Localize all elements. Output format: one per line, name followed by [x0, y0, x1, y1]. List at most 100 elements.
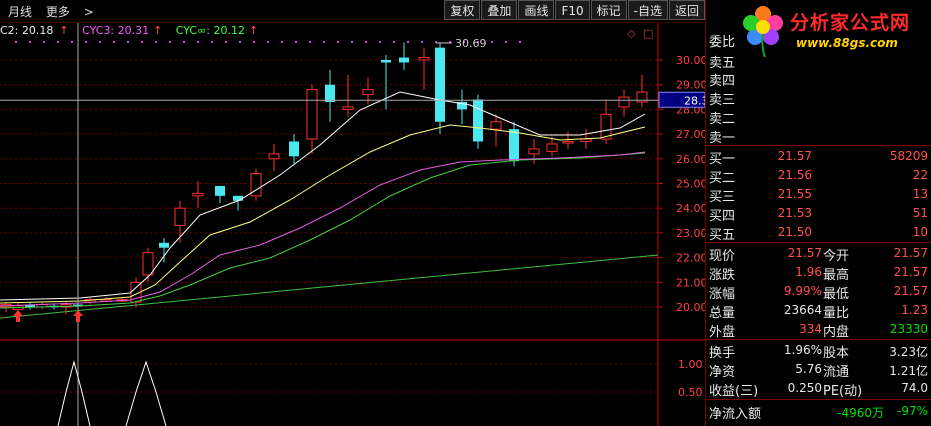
candle-body-down	[399, 57, 409, 63]
diamond-icon: ◇	[627, 27, 636, 40]
marker-dot	[239, 41, 241, 43]
price-tick-label: 25.00	[676, 178, 705, 191]
more-arrow-icon[interactable]: >	[84, 5, 94, 19]
net-inflow-row: 净流入额 -4960万 -97%	[706, 402, 931, 422]
marker-dot	[295, 41, 297, 43]
candle-body-up	[306, 89, 318, 140]
marker-dot	[85, 41, 87, 43]
back-button[interactable]: 返回	[668, 0, 705, 20]
overlay-button[interactable]: 叠加	[481, 0, 518, 20]
indicator-c2-arrow-icon: ↑	[59, 24, 69, 37]
indicator-cyc3-arrow-icon: ↑	[153, 24, 163, 37]
high-price-label: 30.69	[455, 37, 487, 50]
buy-2-row[interactable]: 买二 21.56 22	[706, 166, 931, 186]
buy-5-volume: 10	[912, 225, 928, 239]
marker-dot	[183, 41, 185, 43]
buy-4-volume: 51	[912, 206, 928, 220]
indicator-legend: C2: 20.18 ↑ CYC3: 20.31 ↑ CYC∞: 20.12 ↑	[0, 24, 258, 37]
stat-value: 9.99%	[783, 284, 822, 298]
period-selector[interactable]: 月线 更多 >	[8, 3, 104, 20]
quote-panel: 分析家公式网 www.88gs.com 委比 卖五 卖四 卖三 卖二 卖一 买一…	[705, 0, 931, 426]
buy-5-row[interactable]: 买五 21.50 10	[706, 223, 931, 243]
stat-label: 股本	[823, 346, 850, 361]
draw-line-button[interactable]: 画线	[518, 0, 555, 20]
marker-dot	[29, 41, 31, 43]
period-monthly[interactable]: 月线	[8, 5, 32, 19]
sell-5-row: 卖五	[706, 51, 931, 71]
buy-2-volume: 22	[912, 168, 928, 182]
candle-body-down	[473, 99, 483, 142]
price-tick-label: 27.00	[676, 128, 705, 141]
stat-label: 现价	[709, 249, 736, 264]
marker-dot	[15, 41, 17, 43]
stat-label: 涨幅	[709, 287, 736, 302]
marker-dot	[43, 41, 45, 43]
net-inflow-label: 净流入额	[709, 407, 762, 422]
sell-1-row: 卖一	[706, 126, 931, 146]
ma-long-line	[0, 254, 659, 319]
candle-body-up	[142, 252, 154, 276]
square-icon: □	[643, 27, 653, 40]
stat-label: 最高	[823, 268, 850, 283]
candle-body-down	[159, 242, 169, 248]
buy-4-row[interactable]: 买四 21.53 51	[706, 204, 931, 224]
cursor-price-label: 28.37	[684, 94, 705, 107]
marker-dot	[197, 41, 199, 43]
marker-dot	[421, 41, 423, 43]
adjust-button[interactable]: 复权	[444, 0, 481, 20]
marker-dot	[309, 41, 311, 43]
candle-body-up	[580, 138, 592, 143]
fund-row-turnover: 换手 1.96% 股本 3.23亿	[706, 341, 931, 361]
order-ratio-row: 委比	[706, 30, 931, 50]
candle-body-up	[174, 207, 186, 226]
buy-3-row[interactable]: 买三 21.55 13	[706, 185, 931, 205]
buy-4-price: 21.53	[777, 206, 812, 220]
stat-value: 0.250	[787, 381, 822, 395]
signal-spike-line	[57, 360, 91, 426]
buy-1-row[interactable]: 买一 21.57 58209	[706, 147, 931, 167]
more-menu[interactable]: 更多	[46, 5, 70, 19]
net-inflow-pct: -97%	[896, 404, 928, 418]
f10-button[interactable]: F10	[555, 0, 590, 20]
candle-body-up	[528, 148, 540, 155]
ma-magenta-line	[0, 151, 646, 307]
buy-2-price: 21.56	[777, 168, 812, 182]
marker-dot	[267, 41, 269, 43]
marker-dot	[211, 41, 213, 43]
marker-dot	[169, 41, 171, 43]
buy-5-label: 买五	[709, 228, 736, 243]
sell-1-label: 卖一	[709, 131, 736, 146]
marker-dot	[351, 41, 353, 43]
mark-button[interactable]: 标记	[590, 0, 627, 20]
indicator-cycinf-arrow-icon: ↑	[248, 24, 259, 37]
divider	[706, 145, 931, 146]
indicator-c2: C2: 20.18	[0, 24, 54, 37]
stat-label: PE(动)	[823, 384, 863, 399]
stat-label: 净资	[709, 365, 736, 380]
order-ratio-label: 委比	[709, 35, 736, 50]
ma-white-line	[0, 91, 646, 301]
stat-row-price: 现价 21.57 今开 21.57	[706, 244, 931, 264]
stat-label: 涨跌	[709, 268, 736, 283]
marker-dot	[253, 41, 255, 43]
stat-value: 1.23	[901, 303, 928, 317]
marker-dot	[407, 41, 409, 43]
sell-2-label: 卖二	[709, 112, 736, 127]
stat-row-pct: 涨幅 9.99% 最低 21.57	[706, 282, 931, 302]
buy-4-label: 买四	[709, 209, 736, 224]
candle-body-up	[418, 57, 430, 61]
stat-value: 21.57	[787, 246, 822, 260]
marker-dot	[155, 41, 157, 43]
buy-5-price: 21.50	[777, 225, 812, 239]
marker-dot	[365, 41, 367, 43]
buy-1-price: 21.57	[777, 149, 812, 163]
buy-3-price: 21.55	[777, 187, 812, 201]
stat-value: 21.57	[893, 265, 928, 279]
ma-green-line	[0, 152, 646, 309]
buy-3-label: 买三	[709, 190, 736, 205]
remove-watchlist-button[interactable]: -自选	[627, 0, 668, 20]
signal-spike-line	[125, 360, 167, 426]
candlestick-chart[interactable]: 30.0029.0028.0027.0026.0025.0024.0023.00…	[0, 0, 705, 426]
stat-label: 内盘	[823, 325, 850, 340]
buy-3-volume: 13	[912, 187, 928, 201]
